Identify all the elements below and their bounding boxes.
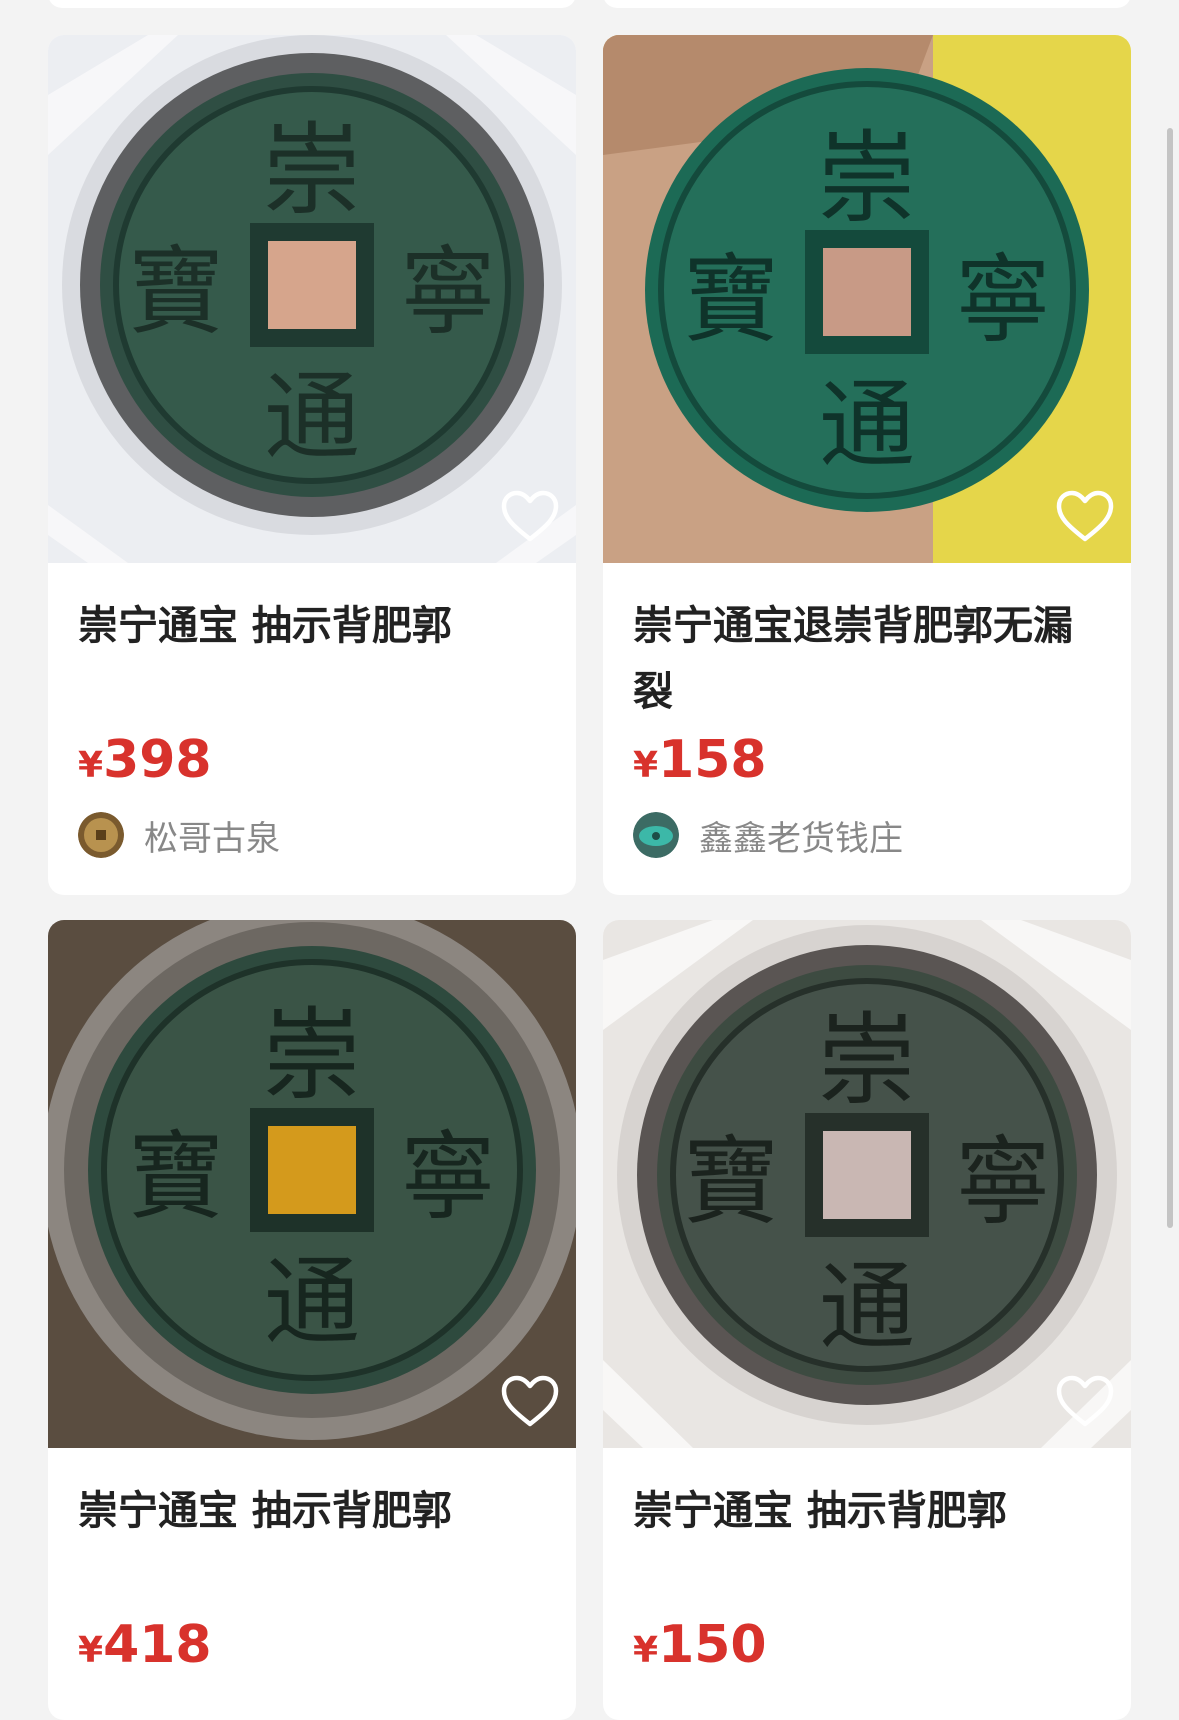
seller-name: 鑫鑫老货钱庄: [699, 818, 903, 859]
favorite-heart-icon[interactable]: [498, 1370, 562, 1434]
product-photo[interactable]: 崇 寧 通 寶: [48, 35, 576, 563]
product-photo[interactable]: 崇 寧 通 寶: [48, 920, 576, 1448]
coin-char-top: 崇: [817, 120, 917, 237]
coin-char-bottom: 通: [819, 1251, 915, 1363]
seller-row[interactable]: 鑫鑫老货钱庄: [603, 795, 1131, 875]
product-price: ¥150: [603, 1610, 1131, 1680]
product-title: 崇宁通宝 抽示背肥郭: [78, 603, 452, 649]
seller-avatar: [633, 812, 679, 858]
listing-card[interactable]: 崇 寧 通 寶 崇宁通宝 抽示背肥郭 ¥398 松哥古泉: [48, 35, 576, 895]
product-title: 崇宁通宝 抽示背肥郭: [78, 1488, 452, 1534]
coin-char-left: 寶: [683, 1126, 779, 1238]
product-price: ¥418: [48, 1610, 576, 1680]
coin-char-right: 寧: [400, 1121, 496, 1233]
listing-card[interactable]: 崇 寧 通 寶 崇宁通宝 抽示背肥郭 ¥418: [48, 920, 576, 1720]
previous-card-right[interactable]: [603, 0, 1131, 8]
coin-char-top: 崇: [262, 997, 362, 1114]
coin-char-right: 寧: [955, 1126, 1051, 1238]
scrollbar[interactable]: [1167, 128, 1173, 1228]
listing-card[interactable]: 崇 寧 通 寶 崇宁通宝 抽示背肥郭 ¥150: [603, 920, 1131, 1720]
coin-char-left: 寶: [128, 236, 224, 348]
coin-image: 崇 寧 通 寶: [48, 35, 576, 563]
favorite-heart-icon[interactable]: [1053, 485, 1117, 549]
price-value: 150: [658, 1615, 767, 1675]
listing-card[interactable]: 崇 寧 通 寶 崇宁通宝退崇背肥郭无漏裂 ¥158 鑫鑫老货钱庄: [603, 35, 1131, 895]
price-value: 418: [103, 1615, 212, 1675]
currency-symbol: ¥: [633, 745, 659, 786]
coin-char-bottom: 通: [264, 1246, 360, 1358]
favorite-heart-icon[interactable]: [1053, 1370, 1117, 1434]
favorite-heart-icon[interactable]: [498, 485, 562, 549]
price-value: 398: [103, 730, 212, 790]
coin-char-top: 崇: [817, 1002, 917, 1119]
previous-card-left[interactable]: [48, 0, 576, 8]
coin-char-left: 寶: [683, 244, 779, 356]
currency-symbol: ¥: [78, 1630, 104, 1671]
seller-avatar: [78, 812, 124, 858]
product-price: ¥158: [603, 725, 1131, 795]
coin-char-left: 寶: [128, 1121, 224, 1233]
coin-image: 崇 寧 通 寶: [603, 920, 1131, 1448]
product-price: ¥398: [48, 725, 576, 795]
coin-char-top: 崇: [262, 112, 362, 229]
seller-name: 松哥古泉: [144, 818, 280, 859]
coin-char-right: 寧: [400, 236, 496, 348]
coin-image: 崇 寧 通 寶: [48, 920, 576, 1448]
currency-symbol: ¥: [78, 745, 104, 786]
product-photo[interactable]: 崇 寧 通 寶: [603, 920, 1131, 1448]
coin-char-bottom: 通: [264, 361, 360, 473]
coin-image: 崇 寧 通 寶: [603, 35, 1131, 563]
coin-char-right: 寧: [955, 244, 1051, 356]
product-title: 崇宁通宝 抽示背肥郭: [633, 1488, 1007, 1534]
product-photo[interactable]: 崇 寧 通 寶: [603, 35, 1131, 563]
product-title: 崇宁通宝退崇背肥郭无漏裂: [633, 603, 1073, 715]
currency-symbol: ¥: [633, 1630, 659, 1671]
price-value: 158: [658, 730, 767, 790]
coin-char-bottom: 通: [819, 369, 915, 481]
seller-row[interactable]: 松哥古泉: [48, 795, 576, 875]
